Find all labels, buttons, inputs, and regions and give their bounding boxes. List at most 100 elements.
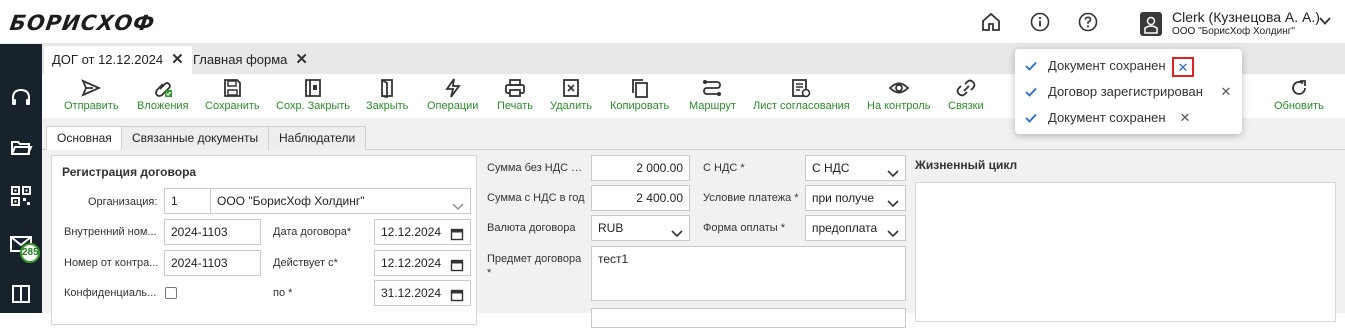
close-icon[interactable]: ✕ bbox=[295, 51, 308, 68]
currency-value: RUB bbox=[598, 221, 624, 235]
delete-button[interactable]: Удалить bbox=[550, 78, 592, 112]
lightning-icon bbox=[445, 78, 461, 98]
calendar-icon[interactable] bbox=[450, 225, 464, 244]
book-icon[interactable] bbox=[9, 282, 33, 306]
send-button[interactable]: Отправить bbox=[64, 78, 119, 112]
valid-to-value: 31.12.2024 bbox=[381, 286, 442, 300]
send-label: Отправить bbox=[64, 100, 119, 112]
delete-label: Удалить bbox=[550, 100, 592, 112]
calendar-icon[interactable] bbox=[450, 256, 464, 275]
links-label: Связки bbox=[948, 100, 984, 112]
chevron-down-icon bbox=[887, 163, 899, 180]
internal-no-field[interactable]: 2024-1103 bbox=[164, 219, 261, 245]
tab-main-form[interactable]: Главная форма ✕ bbox=[185, 46, 316, 74]
sum-vat-year-field[interactable]: 2 400.00 bbox=[591, 185, 690, 211]
counterparty-no-field[interactable]: 2024-1103 bbox=[164, 250, 261, 276]
check-icon bbox=[1024, 85, 1038, 104]
refresh-button[interactable]: Обновить bbox=[1274, 78, 1324, 112]
eye-icon bbox=[888, 82, 909, 94]
payment-cond-value: при получе bbox=[812, 191, 875, 205]
headset-icon[interactable] bbox=[9, 86, 33, 110]
lifecycle-title: Жизненный цикл bbox=[915, 158, 1018, 172]
left-sidebar: 285 bbox=[0, 44, 42, 313]
company-logo[interactable]: БОРИСХОФ bbox=[8, 11, 156, 35]
help-icon[interactable] bbox=[1077, 11, 1099, 33]
org-label: Организация: bbox=[88, 196, 158, 208]
route-label: Маршрут bbox=[689, 100, 736, 112]
operations-button[interactable]: Операции bbox=[427, 78, 478, 112]
save-close-button[interactable]: Сохр. Закрыть bbox=[276, 78, 350, 112]
payment-cond-select[interactable]: при получе bbox=[805, 185, 906, 211]
org-select[interactable]: ООО "БорисХоф Холдинг" bbox=[210, 188, 471, 214]
lifecycle-panel bbox=[915, 182, 1336, 322]
route-button[interactable]: Маршрут bbox=[689, 78, 736, 112]
home-icon[interactable] bbox=[980, 11, 1002, 33]
user-menu[interactable]: Clerk (Кузнецова А. А.) ООО "БорисХоф Хо… bbox=[1140, 8, 1340, 38]
contract-date-field[interactable]: 12.12.2024 bbox=[374, 219, 471, 245]
with-vat-value: С НДС bbox=[812, 161, 850, 175]
valid-from-value: 12.12.2024 bbox=[381, 256, 442, 270]
subject-required-mark: * bbox=[487, 267, 492, 279]
attachments-label: Вложения bbox=[137, 100, 189, 112]
tab-label: Главная форма bbox=[193, 52, 288, 67]
sum-no-vat-field[interactable]: 2 000.00 bbox=[591, 155, 690, 181]
contract-date-value: 12.12.2024 bbox=[381, 225, 442, 239]
close-icon[interactable]: ✕ bbox=[171, 51, 184, 68]
subject-textarea[interactable]: тест1 bbox=[591, 246, 906, 301]
copy-icon bbox=[631, 79, 648, 98]
save-icon bbox=[224, 79, 242, 97]
org-name-value: ООО "БорисХоф Холдинг" bbox=[217, 194, 365, 208]
valid-from-field[interactable]: 12.12.2024 bbox=[374, 250, 471, 276]
with-vat-select[interactable]: С НДС bbox=[805, 155, 906, 181]
approval-sheet-button[interactable]: Лист согласования bbox=[753, 78, 850, 112]
valid-to-field[interactable]: 31.12.2024 bbox=[374, 280, 471, 306]
chevron-down-icon bbox=[671, 223, 683, 240]
next-field[interactable] bbox=[591, 308, 906, 328]
link-icon bbox=[956, 79, 976, 97]
attachments-button[interactable]: Вложения bbox=[137, 78, 189, 112]
delete-icon bbox=[563, 79, 579, 97]
subject-label: Предмет договора bbox=[487, 253, 582, 265]
check-icon bbox=[1024, 111, 1038, 130]
close-icon[interactable]: ✕ bbox=[1215, 83, 1237, 103]
notifications-popup: Документ сохранен ✕ Договор зарегистриро… bbox=[1015, 49, 1242, 134]
tab-main[interactable]: Основная bbox=[46, 126, 123, 151]
folder-icon[interactable] bbox=[9, 136, 33, 160]
attachment-icon bbox=[154, 82, 172, 97]
save-button[interactable]: Сохранить bbox=[205, 78, 260, 112]
check-icon bbox=[1024, 59, 1038, 78]
print-icon bbox=[505, 79, 525, 97]
tab-observers[interactable]: Наблюдатели bbox=[268, 126, 367, 150]
control-button[interactable]: На контроль bbox=[867, 78, 930, 112]
close-icon[interactable]: ✕ bbox=[1172, 57, 1194, 77]
chevron-down-icon[interactable] bbox=[1318, 14, 1332, 33]
print-button[interactable]: Печать bbox=[497, 78, 533, 112]
notification-item: Документ сохранен ✕ bbox=[1015, 107, 1242, 129]
info-icon[interactable] bbox=[1029, 11, 1051, 33]
refresh-label: Обновить bbox=[1274, 100, 1324, 112]
tab-related-docs[interactable]: Связанные документы bbox=[121, 126, 270, 150]
avatar bbox=[1140, 12, 1162, 36]
control-label: На контроль bbox=[867, 100, 931, 112]
currency-label: Валюта договора bbox=[487, 222, 576, 234]
currency-select[interactable]: RUB bbox=[591, 215, 690, 241]
calendar-icon[interactable] bbox=[450, 286, 464, 305]
tab-contract[interactable]: ДОГ от 12.12.2024 ✕ bbox=[44, 46, 192, 74]
payment-form-label: Форма оплаты * bbox=[703, 222, 785, 234]
close-doc-icon bbox=[381, 79, 394, 98]
payment-form-value: предоплата bbox=[812, 221, 878, 235]
org-code-field[interactable]: 1 bbox=[164, 188, 211, 214]
registration-title: Регистрация договора bbox=[62, 165, 197, 179]
confidential-checkbox[interactable] bbox=[165, 287, 177, 299]
close-button[interactable]: Закрыть bbox=[366, 78, 408, 112]
links-button[interactable]: Связки bbox=[948, 78, 984, 112]
qr-icon[interactable] bbox=[9, 184, 33, 208]
notification-item: Договор зарегистрирован ✕ bbox=[1015, 81, 1242, 103]
sum-vat-year-label: Сумма с НДС в год bbox=[487, 192, 585, 204]
close-icon[interactable]: ✕ bbox=[1174, 109, 1196, 129]
print-label: Печать bbox=[497, 100, 534, 112]
save-label: Сохранить bbox=[205, 100, 260, 112]
payment-form-select[interactable]: предоплата bbox=[805, 215, 906, 241]
internal-no-label: Внутренний ном... bbox=[64, 226, 157, 238]
copy-button[interactable]: Копировать bbox=[610, 78, 669, 112]
